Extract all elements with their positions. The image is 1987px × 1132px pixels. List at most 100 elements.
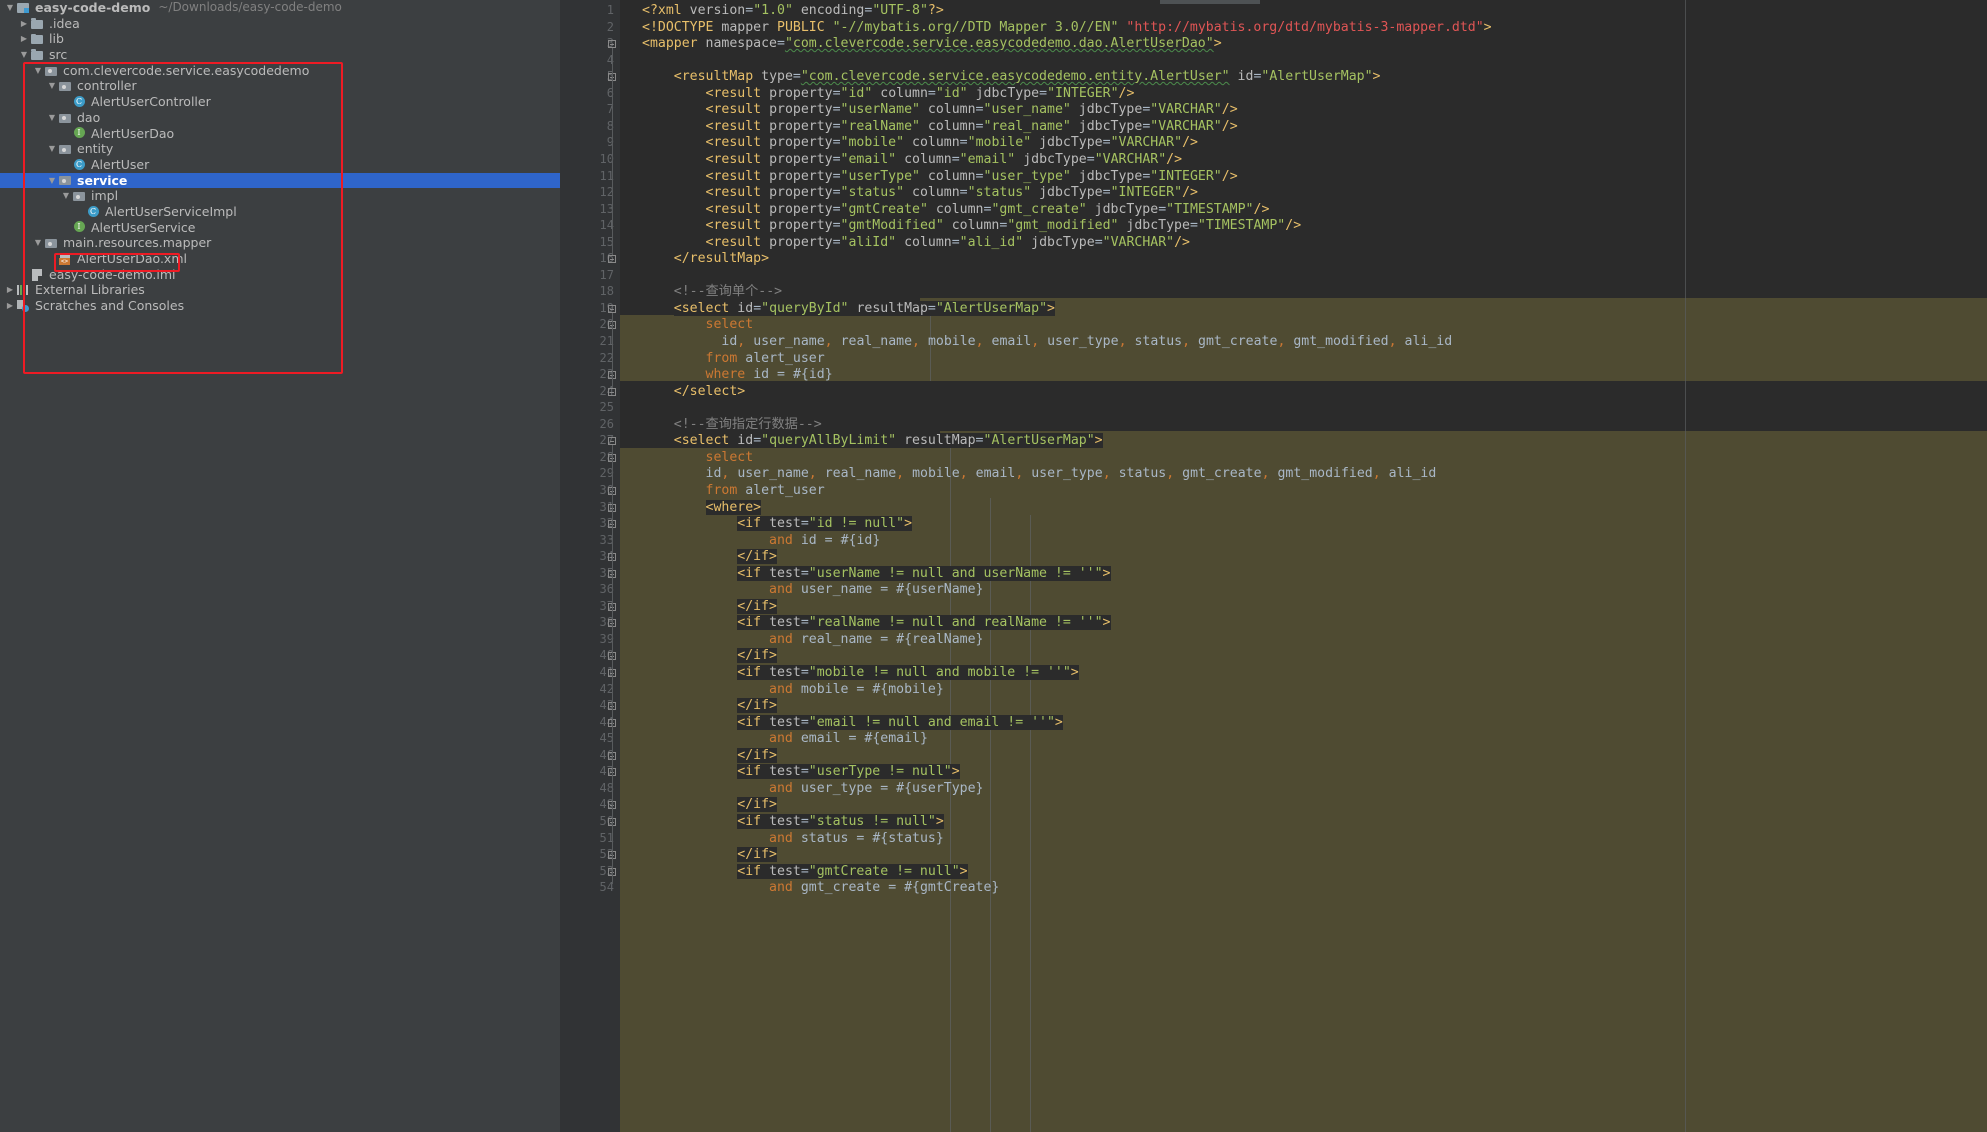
tree-item-com-clevercode-service-easycodedemo[interactable]: ▼com.clevercode.service.easycodedemo xyxy=(0,63,560,79)
chevron-right-icon[interactable]: ▶ xyxy=(18,31,30,47)
fold-region-line xyxy=(612,776,613,801)
line-number: 7 xyxy=(607,102,614,116)
tree-item-controller[interactable]: ▼controller xyxy=(0,78,560,94)
chevron-down-icon[interactable]: ▼ xyxy=(4,0,16,16)
code-line[interactable]: <!--查询指定行数据--> xyxy=(642,417,822,434)
code-line[interactable]: and mobile = #{mobile} xyxy=(642,682,944,699)
code-line[interactable]: <!--查询单个--> xyxy=(642,284,782,301)
code-line[interactable]: <result property="userName" column="user… xyxy=(642,102,1238,119)
code-line[interactable]: <result property="aliId" column="ali_id"… xyxy=(642,235,1190,252)
code-line[interactable]: </if> xyxy=(642,698,777,715)
code-line[interactable]: <result property="realName" column="real… xyxy=(642,119,1238,136)
tree-item-alertuserservice[interactable]: AlertUserService xyxy=(0,220,560,236)
tree-item-alertuserdao-xml[interactable]: AlertUserDao.xml xyxy=(0,251,560,267)
code-line[interactable]: <select id="queryAllByLimit" resultMap="… xyxy=(642,433,1103,450)
tree-item--idea[interactable]: ▶.idea xyxy=(0,16,560,32)
tree-item-alertusercontroller[interactable]: AlertUserController xyxy=(0,94,560,110)
chevron-right-icon[interactable]: ▶ xyxy=(4,298,16,314)
code-line[interactable]: select xyxy=(642,450,753,467)
code-line[interactable]: and status = #{status} xyxy=(642,831,944,848)
code-line[interactable]: <if test="mobile != null and mobile != '… xyxy=(642,665,1079,682)
code-line[interactable]: </if> xyxy=(642,599,777,616)
code-line[interactable]: select xyxy=(642,317,753,334)
project-tree-panel[interactable]: ▼easy-code-demo~/Downloads/easy-code-dem… xyxy=(0,0,560,1132)
code-line[interactable]: and email = #{email} xyxy=(642,731,928,748)
chevron-down-icon[interactable]: ▼ xyxy=(46,173,58,189)
package-icon xyxy=(72,189,88,203)
code-line[interactable]: </if> xyxy=(642,648,777,665)
fold-collapse-icon[interactable] xyxy=(608,388,616,396)
tree-item-scratches-and-consoles[interactable]: ▶Scratches and Consoles xyxy=(0,298,560,314)
tree-item-project-root[interactable]: ▼easy-code-demo~/Downloads/easy-code-dem… xyxy=(0,0,560,16)
fold-collapse-icon[interactable] xyxy=(608,305,616,313)
code-line[interactable]: </select> xyxy=(642,384,745,401)
code-line[interactable]: <mapper namespace="com.clevercode.servic… xyxy=(642,36,1222,53)
code-line[interactable]: <result property="id" column="id" jdbcTy… xyxy=(642,86,1134,103)
code-line[interactable]: and user_name = #{userName} xyxy=(642,582,984,599)
code-line[interactable]: and real_name = #{realName} xyxy=(642,632,984,649)
tree-item-easy-code-demo-iml[interactable]: easy-code-demo.iml xyxy=(0,267,560,283)
chevron-down-icon[interactable]: ▼ xyxy=(18,47,30,63)
tree-item-dao[interactable]: ▼dao xyxy=(0,110,560,126)
tree-item-lib[interactable]: ▶lib xyxy=(0,31,560,47)
code-line[interactable]: <result property="mobile" column="mobile… xyxy=(642,135,1198,152)
code-text-area[interactable]: <?xml version="1.0" encoding="UTF-8"?><!… xyxy=(620,0,1987,1132)
code-line[interactable]: <?xml version="1.0" encoding="UTF-8"?> xyxy=(642,3,944,20)
chevron-down-icon[interactable]: ▼ xyxy=(60,188,72,204)
code-line[interactable]: from alert_user xyxy=(642,351,825,368)
code-line[interactable]: and user_type = #{userType} xyxy=(642,781,984,798)
tree-item-entity[interactable]: ▼entity xyxy=(0,141,560,157)
tree-item-alertuserserviceimpl[interactable]: AlertUserServiceImpl xyxy=(0,204,560,220)
fold-collapse-icon[interactable] xyxy=(608,255,616,263)
code-line[interactable]: <if test="gmtCreate != null"> xyxy=(642,864,968,881)
code-line[interactable]: </if> xyxy=(642,797,777,814)
fold-collapse-icon[interactable] xyxy=(608,40,616,48)
code-line[interactable]: </if> xyxy=(642,847,777,864)
code-line[interactable]: </if> xyxy=(642,748,777,765)
code-line[interactable]: <result property="userType" column="user… xyxy=(642,169,1238,186)
package-icon xyxy=(58,79,74,93)
code-line[interactable]: </if> xyxy=(642,549,777,566)
code-line[interactable]: <result property="email" column="email" … xyxy=(642,152,1182,169)
chevron-down-icon[interactable]: ▼ xyxy=(32,235,44,251)
tree-item-alertuserdao[interactable]: AlertUserDao xyxy=(0,126,560,142)
code-line[interactable]: where id = #{id} xyxy=(642,367,833,384)
code-line[interactable]: and id = #{id} xyxy=(642,533,880,550)
code-line[interactable]: <if test="email != null and email != ''"… xyxy=(642,715,1063,732)
code-line[interactable]: </resultMap> xyxy=(642,251,769,268)
code-editor[interactable]: 1234567891011121314151617181920212223242… xyxy=(560,0,1987,1132)
code-line[interactable]: id, user_name, real_name, mobile, email,… xyxy=(642,466,1436,483)
code-line[interactable]: from alert_user xyxy=(642,483,825,500)
module-icon xyxy=(16,1,32,15)
chevron-down-icon[interactable]: ▼ xyxy=(46,78,58,94)
code-line[interactable]: and gmt_create = #{gmtCreate} xyxy=(642,880,999,897)
chevron-down-icon[interactable]: ▼ xyxy=(46,141,58,157)
code-line[interactable]: <if test="userName != null and userName … xyxy=(642,566,1111,583)
editor-gutter[interactable]: 1234567891011121314151617181920212223242… xyxy=(560,0,620,1132)
code-line[interactable]: <result property="gmtCreate" column="gmt… xyxy=(642,202,1269,219)
tree-item-impl[interactable]: ▼impl xyxy=(0,188,560,204)
chevron-down-icon[interactable]: ▼ xyxy=(46,110,58,126)
fold-region-line xyxy=(612,329,613,371)
code-line[interactable]: <if test="status != null"> xyxy=(642,814,944,831)
code-line[interactable]: <if test="userType != null"> xyxy=(642,764,960,781)
chevron-right-icon[interactable]: ▶ xyxy=(4,282,16,298)
tree-item-alertuser[interactable]: AlertUser xyxy=(0,157,560,173)
indent-guide xyxy=(1030,515,1031,1132)
code-line[interactable]: <select id="queryById" resultMap="AlertU… xyxy=(642,301,1055,318)
code-line[interactable]: <if test="id != null"> xyxy=(642,516,912,533)
chevron-right-icon[interactable]: ▶ xyxy=(18,16,30,32)
code-line[interactable]: <resultMap type="com.clevercode.service.… xyxy=(642,69,1381,86)
code-line[interactable]: <!DOCTYPE mapper PUBLIC "-//mybatis.org/… xyxy=(642,20,1492,37)
code-line[interactable]: <if test="realName != null and realName … xyxy=(642,615,1111,632)
code-line[interactable]: id, user_name, real_name, mobile, email,… xyxy=(642,334,1452,351)
code-line[interactable]: <result property="gmtModified" column="g… xyxy=(642,218,1301,235)
code-line[interactable]: <where> xyxy=(642,500,761,517)
code-line[interactable]: <result property="status" column="status… xyxy=(642,185,1198,202)
tree-item-service[interactable]: ▼service xyxy=(0,173,560,189)
fold-collapse-icon[interactable] xyxy=(608,437,616,445)
tree-item-main-resources-mapper[interactable]: ▼main.resources.mapper xyxy=(0,235,560,251)
tree-item-src[interactable]: ▼src xyxy=(0,47,560,63)
tree-item-external-libraries[interactable]: ▶External Libraries xyxy=(0,282,560,298)
chevron-down-icon[interactable]: ▼ xyxy=(32,63,44,79)
